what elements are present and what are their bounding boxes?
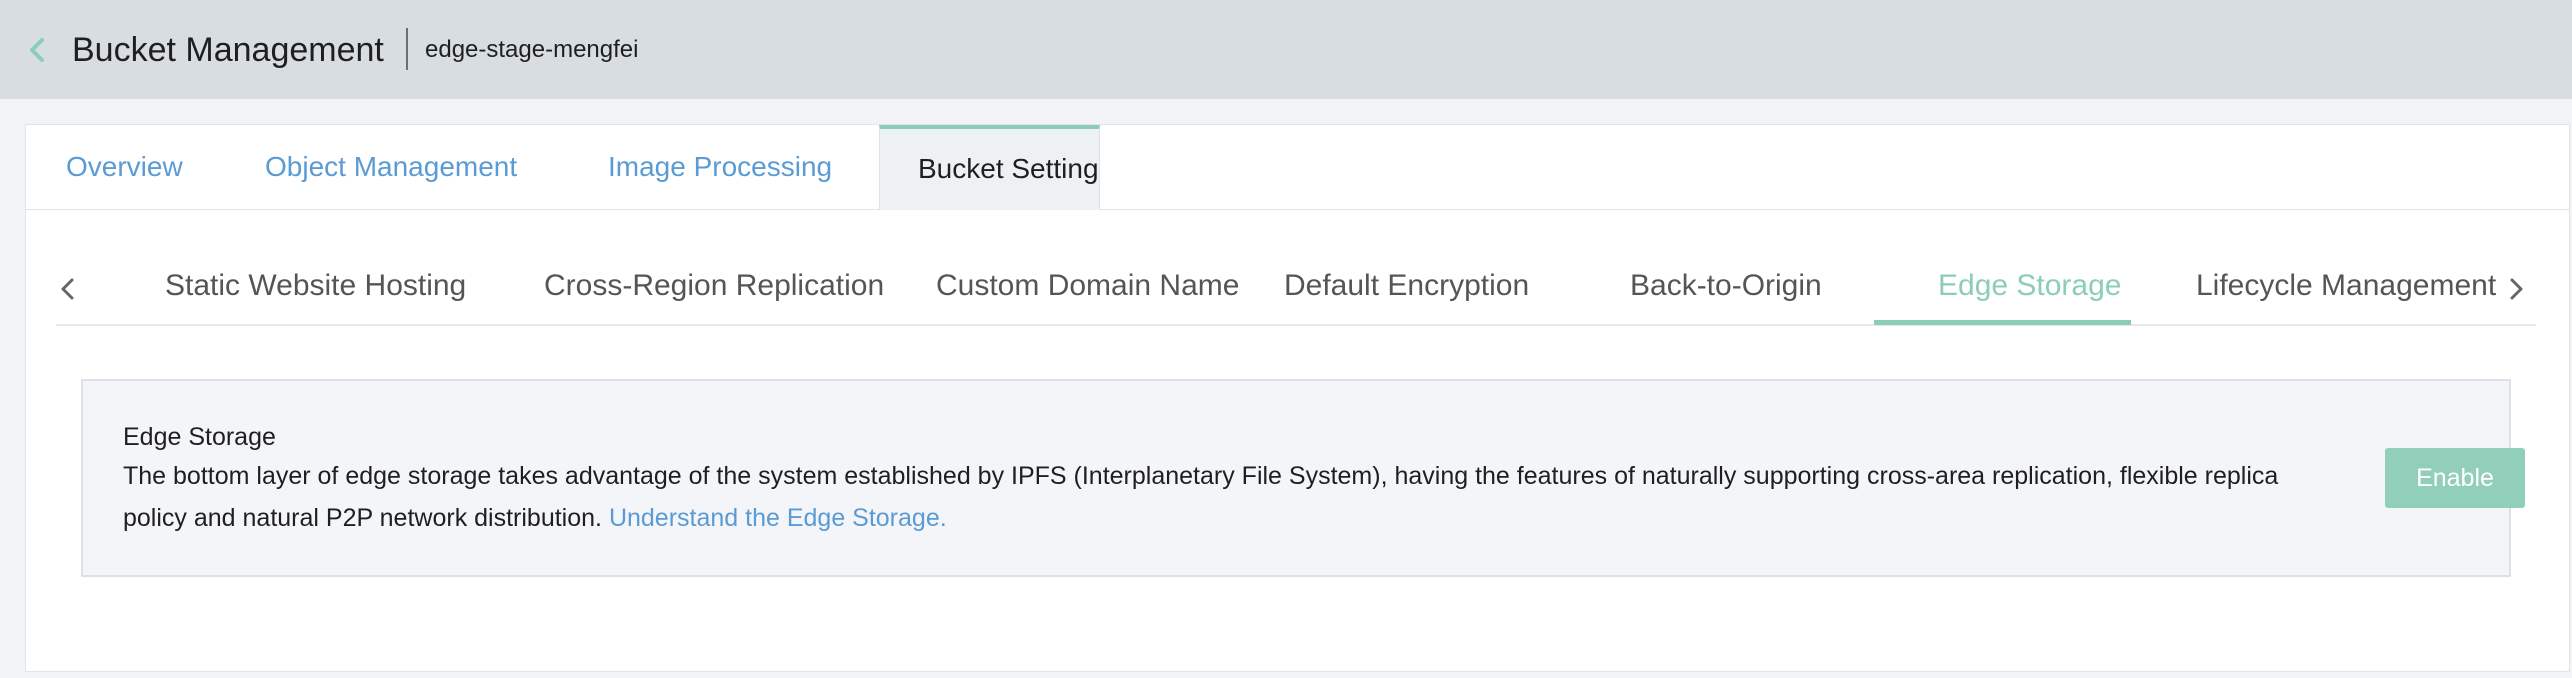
sub-tab-back-to-origin[interactable]: Back-to-Origin (1630, 250, 1822, 322)
tab-image-processing[interactable]: Image Processing (608, 125, 832, 209)
edge-storage-title: Edge Storage (123, 423, 276, 451)
edge-storage-description: The bottom layer of edge storage takes a… (123, 455, 2333, 539)
page-title: Bucket Management (72, 31, 384, 69)
sub-tab-cross-region-replication[interactable]: Cross-Region Replication (544, 250, 884, 322)
enable-button[interactable]: Enable (2385, 448, 2525, 508)
tab-bucket-setting[interactable]: Bucket Setting (879, 125, 1100, 210)
main-tab-bar: Overview Object Management Image Process… (26, 125, 2569, 210)
edge-storage-info-box: Edge Storage The bottom layer of edge st… (81, 379, 2525, 577)
bucket-panel: Overview Object Management Image Process… (25, 124, 2570, 672)
sub-tab-lifecycle-management[interactable]: Lifecycle Management (2196, 250, 2496, 322)
page-header: Bucket Management edge-stage-mengfei (0, 0, 2572, 99)
edge-storage-description-text: The bottom layer of edge storage takes a… (123, 462, 2279, 532)
bucket-name: edge-stage-mengfei (425, 36, 639, 63)
understand-edge-storage-link[interactable]: Understand the Edge Storage. (609, 504, 947, 532)
settings-sub-tab-bar: Static Website Hosting Cross-Region Repl… (56, 250, 2536, 326)
back-chevron-icon[interactable] (26, 34, 50, 66)
tab-object-management[interactable]: Object Management (265, 125, 517, 209)
scroll-right-chevron-icon[interactable] (2504, 272, 2528, 306)
sub-tab-edge-storage[interactable]: Edge Storage (1938, 250, 2121, 322)
scroll-left-chevron-icon[interactable] (56, 272, 80, 306)
sub-tab-custom-domain-name[interactable]: Custom Domain Name (936, 250, 1239, 322)
sub-tab-static-website-hosting[interactable]: Static Website Hosting (165, 250, 466, 322)
active-sub-tab-indicator (1874, 320, 2131, 325)
header-divider (406, 28, 408, 70)
sub-tab-default-encryption[interactable]: Default Encryption (1284, 250, 1529, 322)
tab-overview[interactable]: Overview (66, 125, 183, 209)
